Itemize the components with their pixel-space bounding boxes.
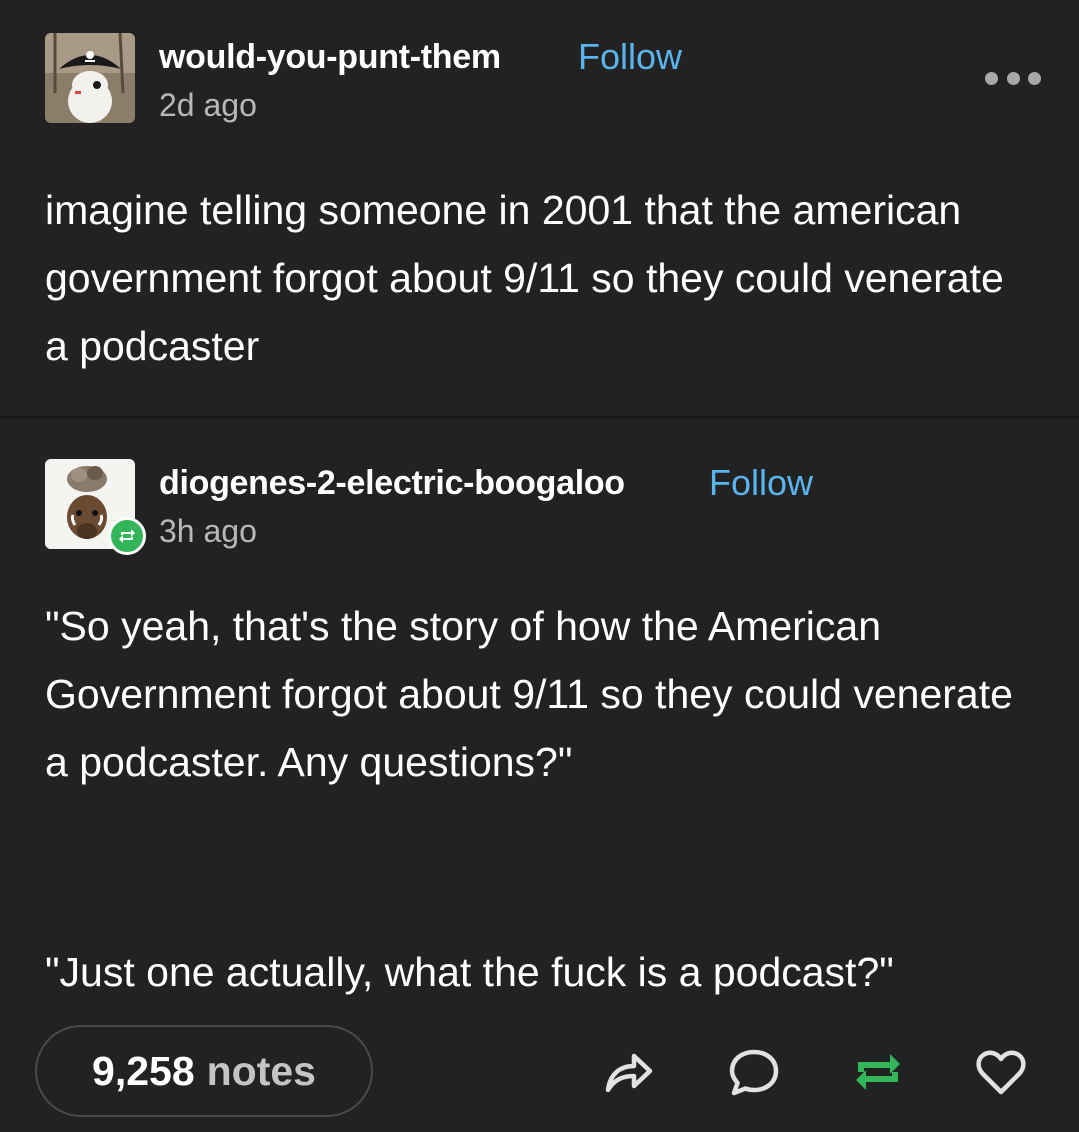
- post-paragraph: "So yeah, that's the story of how the Am…: [45, 603, 1013, 785]
- timestamp[interactable]: 3h ago: [159, 513, 257, 550]
- notes-count: 9,258: [92, 1047, 195, 1094]
- follow-button[interactable]: Follow: [578, 36, 682, 78]
- username[interactable]: diogenes-2-electric-boogaloo: [159, 464, 625, 503]
- username[interactable]: would-you-punt-them: [159, 38, 501, 77]
- notes-button[interactable]: 9,258 notes: [35, 1025, 373, 1117]
- avatar[interactable]: [45, 33, 135, 123]
- reply-icon[interactable]: [726, 1044, 782, 1100]
- notes-label: notes: [206, 1047, 316, 1094]
- reblog-badge-icon: [108, 517, 146, 555]
- more-options-icon[interactable]: [985, 66, 1041, 90]
- reblog-icon[interactable]: [850, 1044, 906, 1100]
- share-icon[interactable]: [600, 1044, 656, 1100]
- pirate-avatar-icon: [45, 33, 135, 123]
- original-post: would-you-punt-them Follow 2d ago imagin…: [0, 0, 1079, 416]
- timestamp[interactable]: 2d ago: [159, 87, 257, 124]
- like-icon[interactable]: [973, 1044, 1029, 1100]
- follow-button[interactable]: Follow: [709, 462, 813, 504]
- post-body: imagine telling someone in 2001 that the…: [45, 187, 1004, 369]
- post-paragraph: "Just one actually, what the fuck is a p…: [45, 949, 894, 995]
